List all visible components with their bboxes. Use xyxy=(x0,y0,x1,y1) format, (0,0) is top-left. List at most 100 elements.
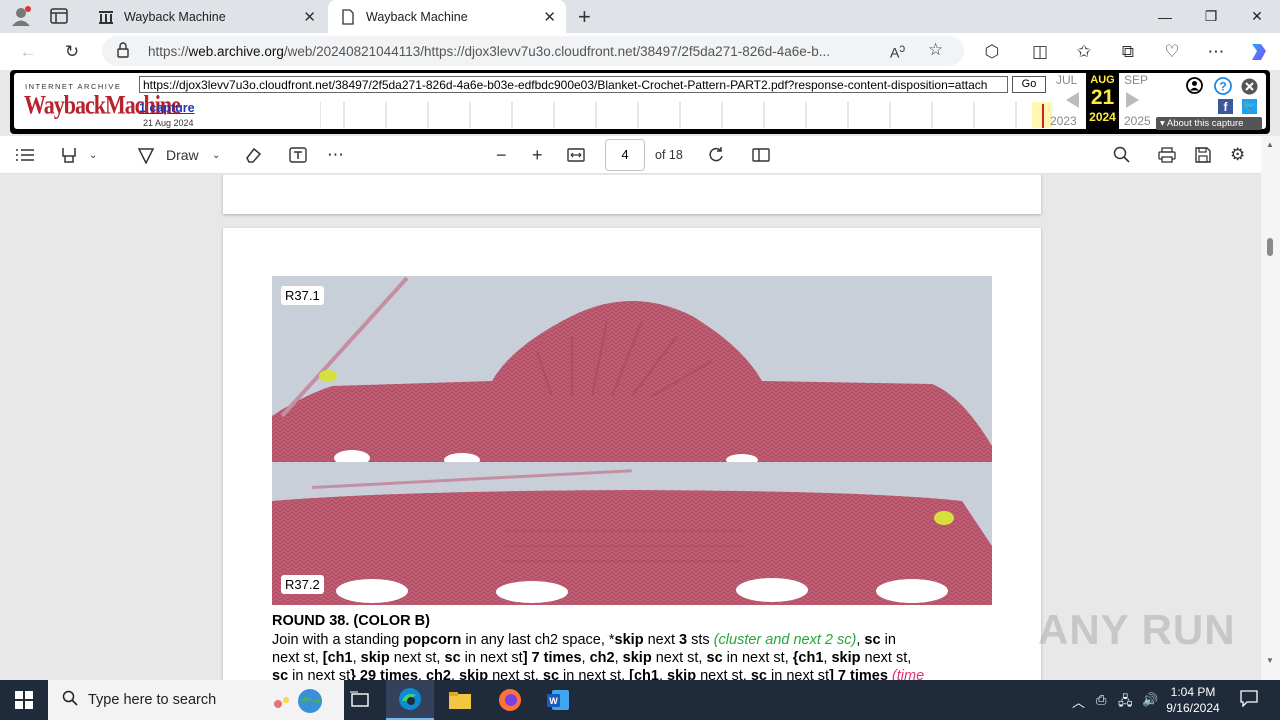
zoom-in-icon[interactable]: + xyxy=(532,144,543,166)
favorites-icon[interactable]: ✩ xyxy=(1070,38,1098,66)
extensions-icon[interactable]: ⬡ xyxy=(978,38,1006,66)
pdf-settings-gear-icon[interactable]: ⚙ xyxy=(1230,144,1245,166)
photo-label-r37-2: R37.2 xyxy=(281,575,324,594)
wayback-go-button[interactable]: Go xyxy=(1012,76,1046,93)
about-capture-dropdown[interactable]: ▾ About this capture xyxy=(1156,117,1262,130)
tab-wayback-2[interactable]: Wayback Machine ✕ xyxy=(328,0,566,33)
round-title: ROUND 38. (COLOR B) xyxy=(272,613,430,629)
edge-taskbar-icon[interactable] xyxy=(386,680,434,720)
file-explorer-icon[interactable] xyxy=(436,680,484,720)
save-icon[interactable] xyxy=(1194,144,1212,166)
scroll-up-icon[interactable]: ▲ xyxy=(1266,140,1274,149)
tab-title: Wayback Machine xyxy=(124,9,226,24)
tab-title: Wayback Machine xyxy=(366,9,468,24)
prev-capture-arrow-icon[interactable] xyxy=(1066,92,1080,113)
pdf-viewer[interactable]: R37.1 R37.2 ROUND 38. (COLOR B) Join wit… xyxy=(0,175,1261,680)
page-number-input[interactable]: 4 xyxy=(605,139,645,171)
tab-actions-icon[interactable] xyxy=(50,8,68,24)
anyrun-watermark: ANY RUN xyxy=(1038,606,1236,653)
tab-wayback-1[interactable]: Wayback Machine ✕ xyxy=(86,0,326,33)
prev-year[interactable]: 2023 xyxy=(1050,114,1077,128)
collections-icon[interactable]: ⧉ xyxy=(1114,38,1142,66)
search-icon[interactable] xyxy=(1113,144,1131,166)
erase-icon[interactable] xyxy=(244,144,262,166)
user-account-icon[interactable] xyxy=(1186,77,1203,99)
capture-count-link[interactable]: 1 capture xyxy=(139,101,195,115)
next-capture-arrow-icon[interactable] xyxy=(1125,92,1139,113)
restore-button[interactable]: ❐ xyxy=(1188,0,1234,33)
instruction-line-2: next st, [ch1, skip next st, sc in next … xyxy=(272,650,912,666)
lock-icon[interactable] xyxy=(116,42,130,63)
favorite-star-icon[interactable]: ☆ xyxy=(928,40,943,60)
firefox-icon[interactable] xyxy=(486,680,534,720)
capture-sparkline[interactable] xyxy=(319,102,1060,128)
next-year[interactable]: 2025 xyxy=(1124,114,1151,128)
url-text: https://web.archive.org/web/202408210441… xyxy=(148,44,831,59)
notifications-icon[interactable] xyxy=(1240,689,1258,710)
back-button[interactable]: ← xyxy=(14,38,42,66)
word-icon[interactable]: W xyxy=(534,680,582,720)
copilot-icon[interactable] xyxy=(1244,38,1272,66)
zoom-out-icon[interactable]: − xyxy=(496,144,507,166)
more-tools-icon[interactable]: ⋯ xyxy=(327,144,344,166)
wayback-toolbar: INTERNET ARCHIVE WaybackMachine https://… xyxy=(10,70,1270,134)
system-clock[interactable]: 1:04 PM 9/16/2024 xyxy=(1158,684,1228,716)
vertical-scrollbar[interactable]: ▲ ▼ xyxy=(1261,136,1280,680)
search-highlight-globe-icon xyxy=(262,686,332,720)
prev-month[interactable]: JUL xyxy=(1056,73,1077,87)
close-tab-icon[interactable]: ✕ xyxy=(303,8,316,26)
show-hidden-icons-icon[interactable]: ︿ xyxy=(1072,692,1085,711)
start-button[interactable] xyxy=(0,680,48,720)
network-icon[interactable]: 🖧 xyxy=(1118,692,1133,714)
wayback-url-input[interactable]: https://djox3levv7u3o.cloudfront.net/384… xyxy=(139,76,1008,93)
taskbar-search[interactable]: Type here to search xyxy=(48,680,344,720)
tab-strip: Wayback Machine ✕ Wayback Machine ✕ + — … xyxy=(0,0,1280,33)
contents-icon[interactable] xyxy=(16,144,34,166)
fit-page-icon[interactable] xyxy=(567,144,585,166)
page-total: of 18 xyxy=(655,148,683,162)
print-icon[interactable] xyxy=(1158,144,1176,166)
search-placeholder: Type here to search xyxy=(88,692,217,708)
scrollbar-thumb[interactable] xyxy=(1267,238,1273,256)
facebook-share-icon[interactable]: f xyxy=(1218,99,1233,114)
twitter-share-icon[interactable]: 🐦 xyxy=(1242,99,1257,114)
task-view-icon[interactable] xyxy=(336,680,384,720)
pdf-page-previous xyxy=(223,175,1041,214)
close-tab-icon[interactable]: ✕ xyxy=(543,8,556,26)
page-view-icon[interactable] xyxy=(752,144,770,166)
read-aloud-icon[interactable]: Aↄ xyxy=(890,42,905,61)
current-capture-date: AUG 21 2024 xyxy=(1086,73,1119,131)
draw-options-chevron-icon[interactable]: ⌄ xyxy=(212,144,220,166)
help-icon[interactable]: ? xyxy=(1214,77,1232,100)
archive-favicon-icon xyxy=(98,9,114,25)
search-icon xyxy=(62,690,78,711)
minimize-button[interactable]: — xyxy=(1142,0,1188,33)
pdf-toolbar: ⌄ Draw ⌄ ⋯ − + 4 of 18 ⚙ xyxy=(0,136,1280,174)
highlight-options-chevron-icon[interactable]: ⌄ xyxy=(89,144,97,166)
draw-icon[interactable] xyxy=(137,144,155,166)
close-window-button[interactable]: ✕ xyxy=(1234,0,1280,33)
crochet-photo: R37.1 R37.2 xyxy=(272,276,992,605)
performance-icon[interactable]: ♡ xyxy=(1158,38,1186,66)
draw-button[interactable]: Draw xyxy=(166,144,199,166)
profile-icon[interactable] xyxy=(10,5,32,27)
volume-icon[interactable]: 🔊 xyxy=(1142,692,1158,708)
split-screen-icon[interactable]: ◫ xyxy=(1026,38,1054,66)
next-month[interactable]: SEP xyxy=(1124,73,1148,87)
taskbar: Type here to search W ︿ ⎙ 🖧 🔊 1:04 PM 9/… xyxy=(0,680,1280,720)
refresh-button[interactable]: ↻ xyxy=(58,38,86,66)
settings-more-icon[interactable]: ⋯ xyxy=(1202,38,1230,66)
address-bar[interactable]: https://web.archive.org/web/202408210441… xyxy=(102,36,964,66)
device-icon[interactable]: ⎙ xyxy=(1096,692,1106,708)
address-bar-row: ← ↻ https://web.archive.org/web/20240821… xyxy=(0,33,1280,70)
document-favicon-icon xyxy=(340,8,356,25)
instruction-line-3: sc in next st} 29 times, ch2, skip next … xyxy=(272,668,925,680)
text-tool-icon[interactable] xyxy=(289,144,307,166)
new-tab-button[interactable]: + xyxy=(578,4,591,30)
close-toolbar-icon[interactable] xyxy=(1241,78,1258,100)
round-instructions: Join with a standing popcorn in any last… xyxy=(272,631,1002,680)
photo-label-r37-1: R37.1 xyxy=(281,286,324,305)
highlight-icon[interactable] xyxy=(60,144,78,166)
rotate-icon[interactable] xyxy=(707,144,725,166)
scroll-down-icon[interactable]: ▼ xyxy=(1266,656,1274,665)
